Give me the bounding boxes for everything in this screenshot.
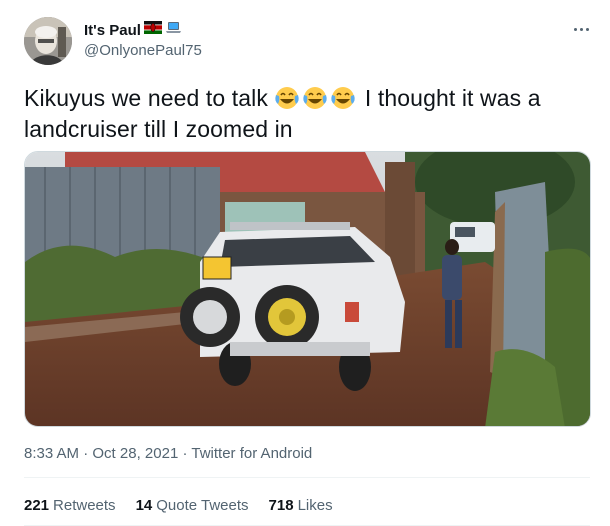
laptop-emoji-icon xyxy=(165,21,182,39)
more-options-button[interactable] xyxy=(570,20,592,38)
avatar[interactable] xyxy=(24,17,72,65)
kenya-flag-icon xyxy=(143,21,162,39)
likes-stat[interactable]: 718 Likes xyxy=(269,497,333,514)
likes-count: 718 xyxy=(268,497,294,514)
divider xyxy=(24,477,590,478)
user-handle[interactable]: @OnlyonePaul75 xyxy=(84,42,202,59)
dot-icon xyxy=(579,27,583,31)
quote-tweets-stat[interactable]: 14 Quote Tweets xyxy=(136,497,249,514)
tweet-text-start: Kikuyus we need to talk xyxy=(24,85,275,111)
quote-tweets-count: 14 xyxy=(135,497,153,514)
dot-icon xyxy=(585,27,589,31)
meta-separator: · xyxy=(182,445,188,462)
meta-separator: · xyxy=(83,445,89,462)
retweets-stat[interactable]: 221 Retweets xyxy=(24,497,116,514)
tweet-text: Kikuyus we need to talk I thought it was… xyxy=(24,83,589,145)
dot-icon xyxy=(573,27,577,31)
tweet-stats: 221 Retweets 14 Quote Tweets 718 Likes xyxy=(24,497,333,514)
face-with-tears-of-joy-icon xyxy=(274,86,300,110)
quote-tweets-label: Quote Tweets xyxy=(156,497,249,514)
likes-label: Likes xyxy=(297,497,333,514)
retweets-count: 221 xyxy=(24,497,50,514)
tweet-photo[interactable] xyxy=(24,151,591,427)
tweet-meta: 8:33 AM · Oct 28, 2021 · Twitter for And… xyxy=(24,445,312,462)
retweets-label: Retweets xyxy=(53,497,116,514)
tweet-card: It's Paul @OnlyonePaul75 Kikuyus we need… xyxy=(0,0,610,526)
tweet-source[interactable]: Twitter for Android xyxy=(191,445,312,462)
face-with-tears-of-joy-icon xyxy=(330,86,356,110)
tweet-date[interactable]: Oct 28, 2021 xyxy=(92,445,178,462)
user-name-row[interactable]: It's Paul xyxy=(84,21,182,39)
tweet-time[interactable]: 8:33 AM xyxy=(24,445,79,462)
display-name[interactable]: It's Paul xyxy=(84,22,141,39)
face-with-tears-of-joy-icon xyxy=(302,86,328,110)
